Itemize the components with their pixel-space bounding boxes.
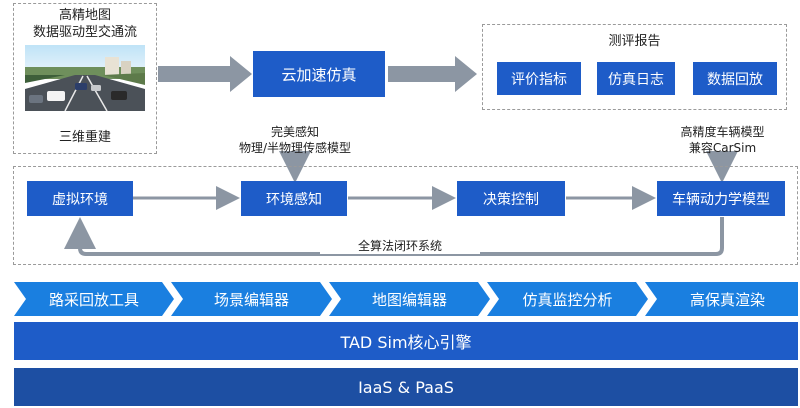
arrow-map-to-cloud xyxy=(158,56,252,92)
tool-label-map-editor: 地图编辑器 xyxy=(371,290,447,309)
report-item-logs: 仿真日志 xyxy=(597,62,675,95)
tool-label-scene-editor: 场景编辑器 xyxy=(213,290,289,309)
core-engine-bar: TAD Sim核心引擎 xyxy=(14,322,798,360)
loop-node-perception: 环境感知 xyxy=(241,181,347,216)
hd-map-panel: 高精地图 数据驱动型交通流 三维重建 xyxy=(13,3,157,154)
platform-bar: IaaS & PaaS xyxy=(14,368,798,406)
report-title: 测评报告 xyxy=(608,34,661,49)
loop-caption: 全算法闭环系统 xyxy=(320,238,480,254)
road-scene-image xyxy=(25,45,145,111)
vehicle-note-2: 兼容CarSim xyxy=(688,141,757,155)
hd-map-caption: 三维重建 xyxy=(58,130,111,145)
vehicle-note-1: 高精度车辆模型 xyxy=(680,125,765,139)
road-scene-graphic xyxy=(25,45,145,111)
cloud-sim-box: 云加速仿真 xyxy=(253,51,385,97)
tool-label-road-replay: 路采回放工具 xyxy=(48,290,139,309)
hd-map-title-2: 数据驱动型交通流 xyxy=(32,25,137,40)
loop-node-decision: 决策控制 xyxy=(457,181,565,216)
arrow-cloud-to-report xyxy=(388,56,477,92)
report-item-replay: 数据回放 xyxy=(693,62,777,95)
perception-note-2: 物理/半物理传感模型 xyxy=(238,141,352,155)
report-panel: 测评报告 评价指标 仿真日志 数据回放 xyxy=(482,24,787,110)
loop-node-vehicle-dynamics: 车辆动力学模型 xyxy=(657,181,785,216)
tool-label-hifi-render: 高保真渲染 xyxy=(689,290,765,309)
hd-map-title-1: 高精地图 xyxy=(58,8,111,23)
report-item-metrics: 评价指标 xyxy=(497,62,581,95)
loop-node-virtual-env: 虚拟环境 xyxy=(27,181,133,216)
perception-note-1: 完美感知 xyxy=(270,125,319,139)
tool-label-sim-monitor: 仿真监控分析 xyxy=(522,290,613,309)
